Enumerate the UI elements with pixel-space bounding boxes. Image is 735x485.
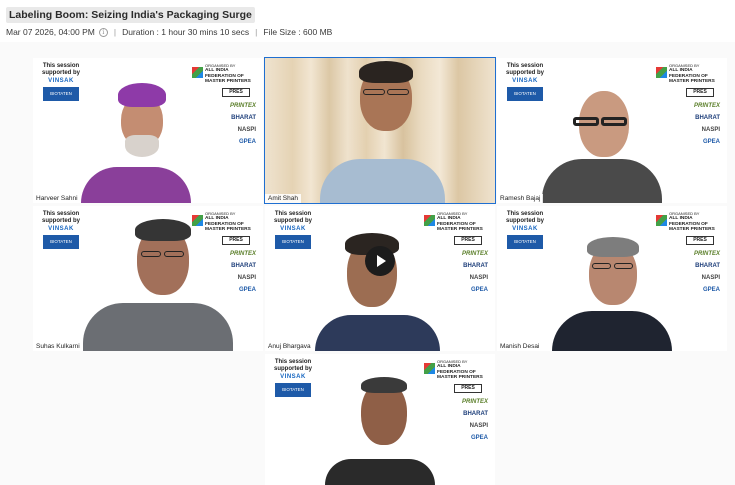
organiser-logos: ORGANISED BY ALL INDIA FEDERATION OF MASTER… <box>424 211 490 293</box>
printex-logo: PRINTEX <box>693 102 720 109</box>
sponsor-badge: BIOTATEN <box>507 235 543 250</box>
participant-tile-active[interactable]: Amit Shah <box>264 57 496 204</box>
gpea-logo: GPEA <box>238 286 256 293</box>
bharat-logo: BHARAT <box>695 114 720 121</box>
naspi-logo: NASPI <box>701 126 720 133</box>
sponsor-block: This session supported by VINSAK BIOTATEN <box>38 63 84 102</box>
sponsor-badge: BIOTATEN <box>43 235 79 250</box>
vinsak-logo: VINSAK <box>280 226 306 233</box>
participant-name: Manish Desai <box>497 342 543 351</box>
session-meta: Mar 07 2026, 04:00 PM i | Duration : 1 h… <box>6 27 332 37</box>
bharat-logo: BHARAT <box>231 262 256 269</box>
naspi-logo: NASPI <box>237 274 256 281</box>
gpea-logo: GPEA <box>702 138 720 145</box>
session-date: Mar 07 2026, 04:00 PM <box>6 27 95 37</box>
aifmp-logo <box>656 67 667 78</box>
participant-tile[interactable]: This session supported by VINSAK BIOTATEN… <box>33 206 263 351</box>
naspi-logo: NASPI <box>469 274 488 281</box>
organiser-logos: ORGANISED BY ALL INDIA FEDERATION OF MASTER… <box>192 211 258 293</box>
aifmp-logo <box>424 215 435 226</box>
gpea-logo: GPEA <box>238 138 256 145</box>
pres-logo: PRES <box>222 235 250 245</box>
gpea-logo: GPEA <box>470 286 488 293</box>
sponsor-block: This session supported by VINSAK BIOTATEN <box>502 63 548 102</box>
participant-name: Amit Shah <box>265 194 301 203</box>
session-duration: Duration : 1 hour 30 mins 10 secs <box>122 27 250 37</box>
participant-name: Harveer Sahni <box>33 194 81 203</box>
bharat-logo: BHARAT <box>463 410 488 417</box>
session-title: Labeling Boom: Seizing India's Packaging… <box>6 7 255 23</box>
gpea-logo: GPEA <box>470 434 488 441</box>
aifmp-logo <box>192 67 203 78</box>
sponsor-badge: BIOTATEN <box>507 87 543 102</box>
play-button[interactable] <box>365 246 395 276</box>
naspi-logo: NASPI <box>701 274 720 281</box>
participant-tile[interactable]: This session supported by VINSAK BIOTATEN… <box>33 58 263 203</box>
printex-logo: PRINTEX <box>461 398 488 405</box>
naspi-logo: NASPI <box>469 422 488 429</box>
organiser-logos: ORGANISED BY ALL INDIA FEDERATION OF MASTER… <box>424 359 490 441</box>
bharat-logo: BHARAT <box>695 262 720 269</box>
vinsak-logo: VINSAK <box>48 78 74 85</box>
participant-tile[interactable]: This session supported by VINSAK BIOTATEN… <box>497 58 727 203</box>
sponsor-badge: BIOTATEN <box>275 383 311 398</box>
sponsor-text: This session supported by <box>505 211 544 224</box>
info-icon[interactable]: i <box>98 27 108 37</box>
pres-logo: PRES <box>454 383 482 393</box>
aifmp-logo <box>656 215 667 226</box>
sponsor-text: This session supported by <box>41 211 80 224</box>
pres-logo: PRES <box>222 87 250 97</box>
recording-header: Labeling Boom: Seizing India's Packaging… <box>0 0 735 42</box>
organiser-logos: ORGANISED BY ALL INDIA FEDERATION OF MASTER… <box>192 63 258 145</box>
participant-name: Ramesh Bajaj <box>497 194 544 203</box>
printex-logo: PRINTEX <box>461 250 488 257</box>
sponsor-block: This session supported by VINSAK BIOTATEN <box>502 211 548 250</box>
session-file-size: File Size : 600 MB <box>263 27 333 37</box>
vinsak-logo: VINSAK <box>512 226 538 233</box>
sponsor-badge: BIOTATEN <box>275 235 311 250</box>
sponsor-block: This session supported by VINSAK BIOTATEN <box>38 211 84 250</box>
bharat-logo: BHARAT <box>463 262 488 269</box>
pres-logo: PRES <box>454 235 482 245</box>
printex-logo: PRINTEX <box>693 250 720 257</box>
aifmp-logo <box>192 215 203 226</box>
vinsak-logo: VINSAK <box>48 226 74 233</box>
aifmp-logo <box>424 363 435 374</box>
organiser-logos: ORGANISED BY ALL INDIA FEDERATION OF MASTER… <box>656 63 722 145</box>
organiser-logos: ORGANISED BY ALL INDIA FEDERATION OF MASTER… <box>656 211 722 293</box>
sponsor-text: This session supported by <box>273 211 312 224</box>
printex-logo: PRINTEX <box>229 102 256 109</box>
video-grid: This session supported by VINSAK BIOTATEN… <box>0 42 735 485</box>
participant-name: Suhas Kulkarni <box>33 342 83 351</box>
pres-logo: PRES <box>686 235 714 245</box>
participant-tile[interactable]: This session supported by VINSAK BIOTATEN… <box>265 206 495 351</box>
participant-name: Anuj Bhargava <box>265 342 314 351</box>
pres-logo: PRES <box>686 87 714 97</box>
vinsak-logo: VINSAK <box>280 374 306 381</box>
participant-tile[interactable]: This session supported by VINSAK BIOTATEN… <box>265 354 495 485</box>
sponsor-text: This session supported by <box>273 359 312 372</box>
sponsor-text: This session supported by <box>41 63 80 76</box>
gpea-logo: GPEA <box>702 286 720 293</box>
participant-tile[interactable]: This session supported by VINSAK BIOTATEN… <box>497 206 727 351</box>
sponsor-badge: BIOTATEN <box>43 87 79 102</box>
naspi-logo: NASPI <box>237 126 256 133</box>
vinsak-logo: VINSAK <box>512 78 538 85</box>
meta-divider: | <box>113 27 117 37</box>
sponsor-block: This session supported by VINSAK BIOTATEN <box>270 359 316 398</box>
meta-divider: | <box>255 27 258 37</box>
printex-logo: PRINTEX <box>229 250 256 257</box>
bharat-logo: BHARAT <box>231 114 256 121</box>
sponsor-block: This session supported by VINSAK BIOTATEN <box>270 211 316 250</box>
sponsor-text: This session supported by <box>505 63 544 76</box>
